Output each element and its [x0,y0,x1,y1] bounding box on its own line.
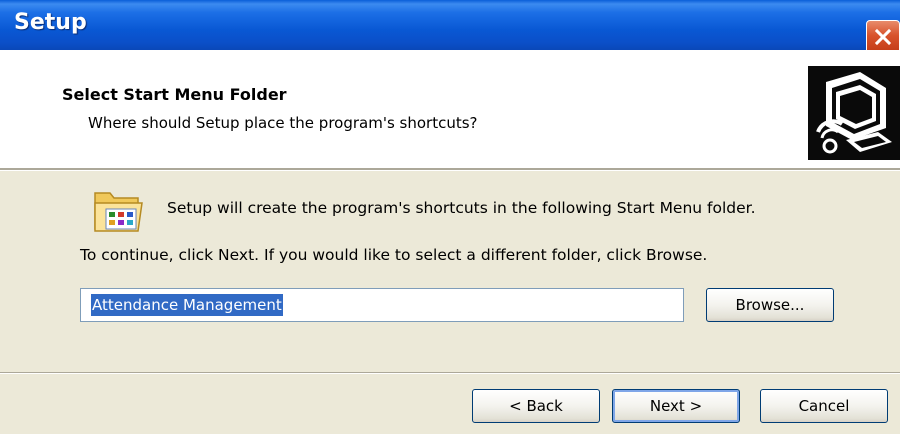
browse-button[interactable]: Browse... [706,288,834,322]
footer-separator [0,372,900,374]
header-separator [0,168,900,171]
cancel-button[interactable]: Cancel [760,389,888,423]
window-title: Setup [14,10,87,35]
close-button[interactable] [866,20,900,54]
setup-window: Setup Select Start Menu Folder Where sho… [0,0,900,434]
wizard-header: Select Start Menu Folder Where should Se… [0,50,900,168]
computer-setup-icon [808,66,900,160]
start-menu-folder-input[interactable]: Attendance Management [80,288,684,322]
instruction-text: To continue, click Next. If you would li… [80,246,708,264]
title-bar[interactable]: Setup [0,0,900,54]
back-button[interactable]: < Back [472,389,600,423]
page-title: Select Start Menu Folder [62,85,287,104]
page-subtitle: Where should Setup place the program's s… [88,114,478,132]
close-icon [874,28,892,46]
start-menu-folder-icon [92,185,146,240]
info-text: Setup will create the program's shortcut… [167,199,756,217]
next-button[interactable]: Next > [612,389,740,423]
folder-input-value: Attendance Management [91,294,283,316]
